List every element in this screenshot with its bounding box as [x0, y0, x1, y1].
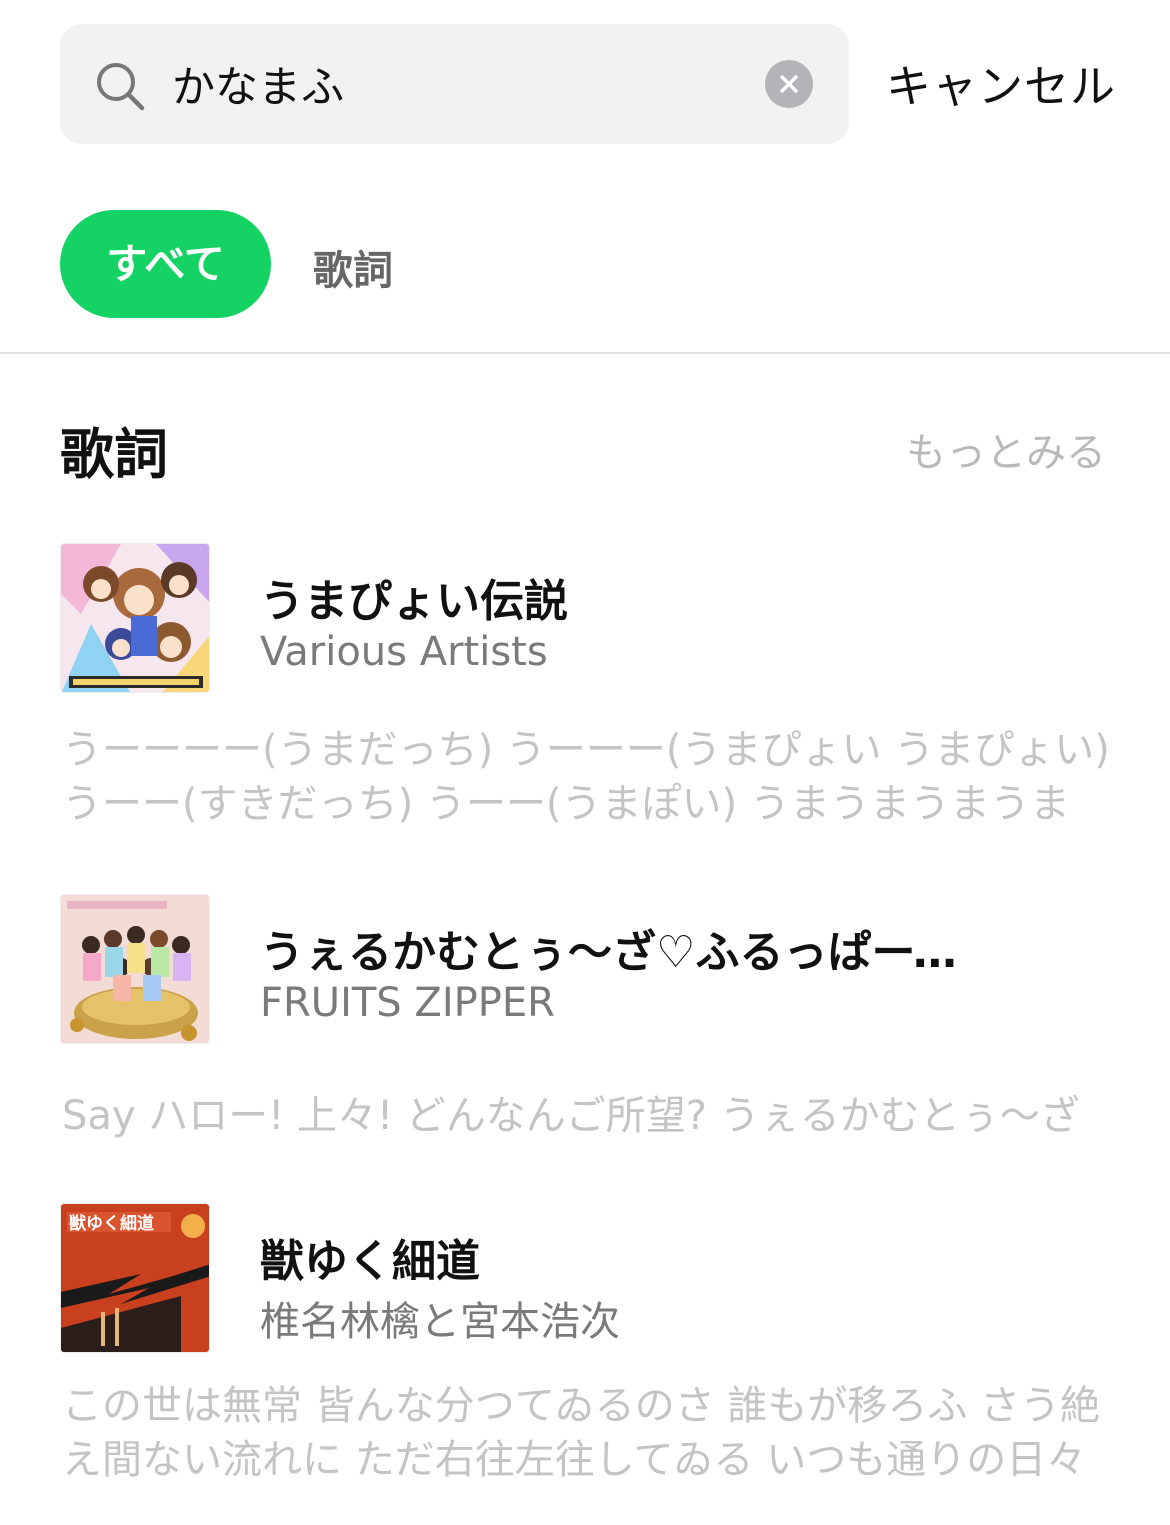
- lyrics-snippet: うーーーー(うまだっち) うーーー(うまぴょい うまぴょい) うーー(すきだっち…: [62, 727, 1110, 827]
- search-bar[interactable]: [60, 24, 849, 144]
- artist-name: FRUITS ZIPPER: [260, 980, 555, 1026]
- tab-all[interactable]: すべて: [60, 210, 271, 318]
- section-title: 歌詞: [60, 423, 168, 486]
- svg-text:獣ゆく細道: 獣ゆく細道: [69, 1213, 154, 1234]
- song-title: うぇるかむとぅ〜ざ♡ふるっぱーてぃー: [260, 927, 960, 978]
- song-title: うまぴょい伝説: [260, 576, 568, 627]
- more-link[interactable]: もっとみる: [906, 420, 1106, 478]
- album-art-umapyoi-icon: [60, 543, 210, 693]
- search-icon: [97, 63, 145, 111]
- cancel-button[interactable]: キャンセル: [886, 50, 1116, 115]
- lyrics-result-item[interactable]: 獣ゆく細道 獣ゆく細道 椎名林檎と宮本浩次 この世は無常 皆んな分つてゐるのさ …: [0, 1203, 1170, 1503]
- album-art-kemono-icon: 獣ゆく細道: [60, 1203, 210, 1353]
- tab-lyrics[interactable]: 歌詞: [313, 238, 393, 296]
- divider: [0, 352, 1170, 354]
- clear-search-button[interactable]: [765, 60, 813, 108]
- artist-name: Various Artists: [260, 629, 548, 675]
- search-input[interactable]: [172, 48, 732, 120]
- song-title: 獣ゆく細道: [260, 1236, 480, 1287]
- close-icon: [780, 75, 798, 93]
- artist-name: 椎名林檎と宮本浩次: [260, 1299, 620, 1345]
- lyrics-result-item[interactable]: うまぴょい伝説 Various Artists うーーーー(うまだっち) うーー…: [0, 543, 1170, 833]
- search-results-screen: キャンセル すべて 歌詞 歌詞 もっとみる: [0, 0, 1170, 1525]
- lyrics-snippet: Say ハロー! 上々! どんなんご所望? うぇるかむとぅ〜ざ: [62, 1093, 1080, 1139]
- album-art-new-kawaii-icon: [60, 894, 210, 1044]
- lyrics-result-item[interactable]: うぇるかむとぅ〜ざ♡ふるっぱーてぃー FRUITS ZIPPER Say ハロー…: [0, 894, 1170, 1144]
- lyrics-snippet: この世は無常 皆んな分つてゐるのさ 誰もが移ろふ さう絶え間ない流れに ただ右往…: [62, 1383, 1101, 1483]
